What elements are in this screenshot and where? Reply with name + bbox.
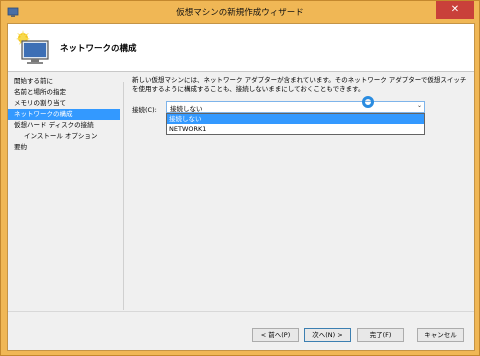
nav-divider	[123, 82, 124, 310]
connection-select-value: 接続しない	[170, 105, 203, 113]
nav-item-memory[interactable]: メモリの割り当て	[8, 98, 120, 109]
window-title: 仮想マシンの新規作成ウィザード	[176, 8, 304, 18]
busy-cursor-icon	[362, 96, 374, 108]
nav-item-virtual-hard-disk[interactable]: 仮想ハード ディスクの接続	[8, 120, 120, 131]
connection-dropdown-list: 接続しない NETWORK1	[166, 113, 425, 135]
vm-monitor-icon	[16, 30, 49, 64]
page-title: ネットワークの構成	[60, 44, 137, 54]
nav-item-before-you-begin[interactable]: 開始する前に	[8, 76, 120, 87]
nav-item-networking[interactable]: ネットワークの構成	[8, 109, 120, 120]
close-button[interactable]: ✕	[436, 1, 474, 19]
title-bar: 仮想マシンの新規作成ウィザード ✕	[1, 1, 479, 23]
nav-item-summary[interactable]: 要約	[8, 142, 120, 153]
option-network1[interactable]: NETWORK1	[167, 124, 424, 134]
wizard-body: ネットワークの構成 開始する前に 名前と場所の指定 メモリの割り当て ネットワー…	[7, 23, 475, 351]
nav-item-name-and-location[interactable]: 名前と場所の指定	[8, 87, 120, 98]
connection-select[interactable]: 接続しない ⌄	[166, 101, 425, 113]
footer-divider	[8, 311, 474, 312]
network-description: 新しい仮想マシンには、ネットワーク アダプターが含まれています。そのネットワーク…	[132, 76, 467, 93]
page-header: ネットワークの構成	[8, 24, 474, 72]
wizard-window: 仮想マシンの新規作成ウィザード ✕ ネットワークの構成 開始する前に 名前と場所…	[0, 0, 480, 356]
finish-button[interactable]: 完了(F)	[357, 328, 404, 342]
cancel-button[interactable]: キャンセル	[417, 328, 464, 342]
nav-item-installation-options[interactable]: インストール オプション	[8, 131, 120, 142]
close-icon: ✕	[450, 4, 460, 15]
wizard-steps-nav: 開始する前に 名前と場所の指定 メモリの割り当て ネットワークの構成 仮想ハード…	[8, 72, 120, 302]
chevron-down-icon[interactable]: ⌄	[417, 102, 422, 109]
previous-button[interactable]: < 前へ(P)	[252, 328, 299, 342]
option-not-connected[interactable]: 接続しない	[167, 114, 424, 124]
next-button[interactable]: 次へ(N) >	[304, 328, 351, 342]
connection-label: 接続(C):	[132, 106, 157, 114]
